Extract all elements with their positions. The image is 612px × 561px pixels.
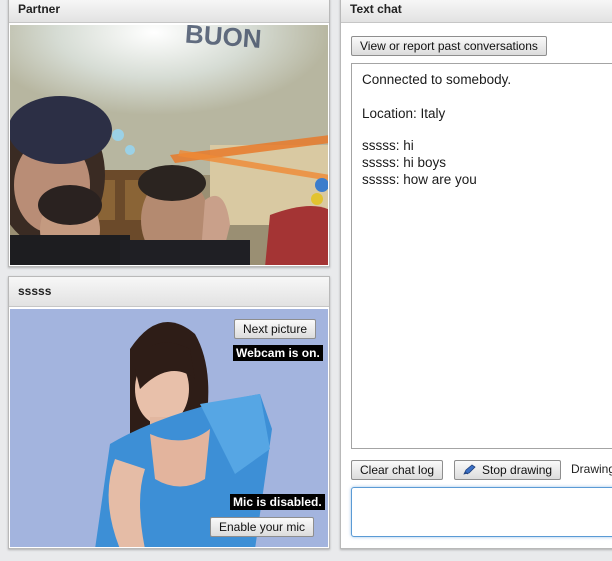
system-message: Location: Italy (362, 106, 446, 121)
message-text: hi boys (403, 155, 447, 170)
text-chat-panel: Text chat View or report past conversati… (340, 0, 612, 549)
text-chat-title: Text chat (341, 0, 612, 23)
stop-drawing-label: Stop drawing (482, 463, 553, 477)
message-text: how are you (403, 172, 477, 187)
stop-drawing-button[interactable]: Stop drawing (454, 460, 562, 480)
next-picture-button[interactable]: Next picture (234, 319, 317, 339)
self-panel-title: sssss (9, 277, 329, 307)
chat-message: sssss: hi boys (362, 155, 447, 170)
message-sender: sssss (362, 155, 396, 170)
self-panel: sssss Next picture Webcam is on. Mic is … (8, 276, 330, 549)
message-sender: sssss (362, 172, 396, 187)
message-text: hi (403, 138, 414, 153)
mic-status: Mic is disabled. (230, 494, 325, 510)
clear-chat-log-button[interactable]: Clear chat log (351, 460, 444, 480)
partner-panel: Partner BUON (8, 0, 330, 267)
chat-message: sssss: how are you (362, 172, 477, 187)
drawing-label: Drawing (571, 462, 612, 476)
enable-mic-button[interactable]: Enable your mic (210, 517, 315, 537)
view-past-conversations-button[interactable]: View or report past conversations (351, 36, 547, 56)
partner-video: BUON (10, 25, 328, 265)
pencil-icon (463, 464, 476, 475)
partner-panel-title: Partner (9, 0, 329, 23)
chat-log: Connected to somebody. Location: Italy s… (351, 63, 612, 449)
chat-message-input[interactable] (351, 487, 612, 537)
message-sender: sssss (362, 138, 396, 153)
chat-message: sssss: hi (362, 138, 414, 153)
webcam-status: Webcam is on. (233, 345, 323, 361)
system-message: Connected to somebody. (362, 72, 512, 87)
